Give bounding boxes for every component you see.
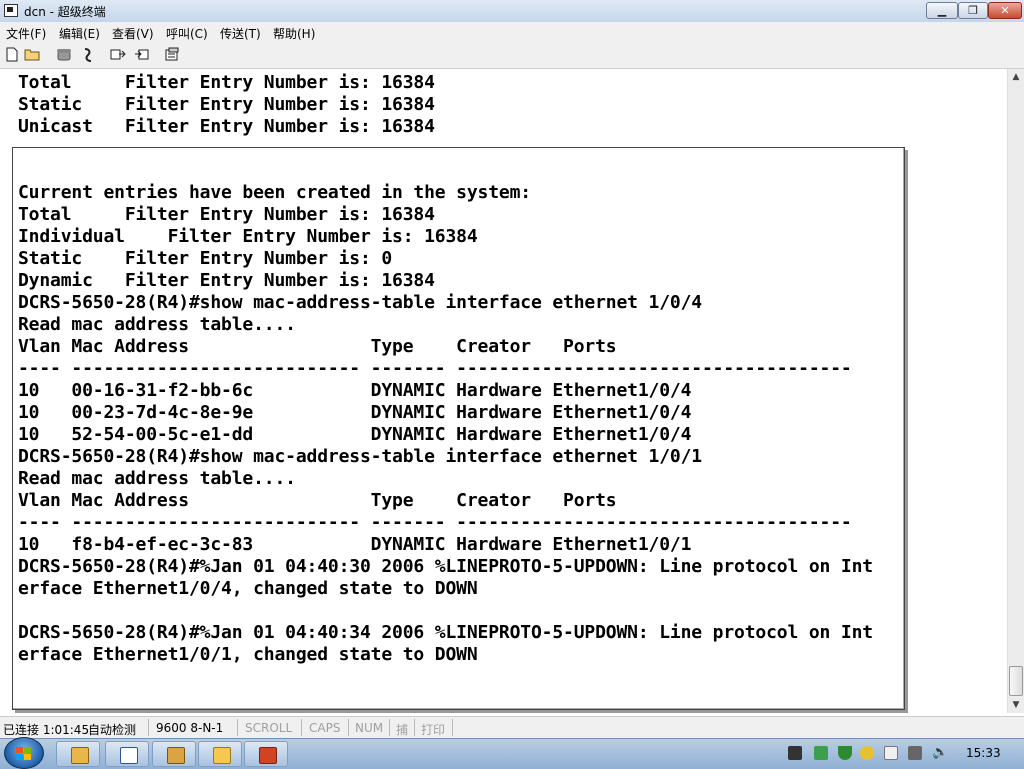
terminal-line: Current entries have been created in the…: [18, 182, 531, 203]
window-title: dcn - 超级终端: [24, 5, 106, 19]
taskbar-paint-button[interactable]: [198, 741, 242, 767]
maximize-button[interactable]: ❐: [958, 2, 988, 19]
status-divider: [452, 719, 453, 736]
word-icon: [120, 747, 138, 764]
terminal-line: 10 00-16-31-f2-bb-6c DYNAMIC Hardware Et…: [18, 380, 692, 401]
start-button[interactable]: [4, 737, 44, 769]
terminal-line: Dynamic Filter Entry Number is: 16384: [18, 270, 435, 291]
menu-transfer[interactable]: 传送(T): [220, 25, 261, 42]
terminal-line: Static Filter Entry Number is: 16384: [18, 94, 435, 115]
close-button[interactable]: ✕: [988, 2, 1022, 19]
status-divider: [348, 719, 349, 736]
terminal-line: erface Ethernet1/0/4, changed state to D…: [18, 578, 478, 599]
open-icon[interactable]: [24, 47, 40, 63]
terminal-line: Read mac address table....: [18, 468, 296, 489]
scroll-down-arrow-icon[interactable]: ▼: [1008, 697, 1024, 713]
taskbar-powerpoint-button[interactable]: [244, 741, 288, 767]
menu-view[interactable]: 查看(V): [112, 25, 154, 42]
status-connected: 已连接 1:01:45: [3, 723, 90, 737]
explorer-icon: [71, 747, 89, 764]
status-capture: 捕: [396, 723, 409, 737]
terminal-line: Individual Filter Entry Number is: 16384: [18, 226, 478, 247]
terminal-line: Read mac address table....: [18, 314, 296, 335]
taskbar-clock[interactable]: 15:33: [966, 746, 1001, 760]
menu-file[interactable]: 文件(F): [6, 25, 46, 42]
terminal-line: DCRS-5650-28(R4)#%Jan 01 04:40:30 2006 %…: [18, 556, 873, 577]
send-icon[interactable]: [110, 47, 126, 63]
tray-security-icon[interactable]: [860, 746, 874, 760]
taskbar-word-button[interactable]: [105, 741, 149, 767]
new-icon[interactable]: [4, 47, 20, 63]
tray-volume-icon[interactable]: 🔈: [932, 746, 948, 760]
status-divider: [148, 719, 149, 736]
status-baud: 9600 8-N-1: [156, 721, 224, 735]
terminal-line: Static Filter Entry Number is: 0: [18, 248, 393, 269]
menu-help[interactable]: 帮助(H): [273, 25, 315, 42]
receive-icon[interactable]: [134, 47, 150, 63]
powerpoint-icon: [259, 747, 277, 764]
terminal-line: DCRS-5650-28(R4)#show mac-address-table …: [18, 446, 702, 467]
tray-network-icon[interactable]: [814, 746, 828, 760]
app-icon[interactable]: [4, 4, 18, 17]
terminal-line: 10 52-54-00-5c-e1-dd DYNAMIC Hardware Et…: [18, 424, 692, 445]
terminal-line: Total Filter Entry Number is: 16384: [18, 204, 435, 225]
terminal-line: Vlan Mac Address Type Creator Ports: [18, 490, 617, 511]
tray-film-icon[interactable]: [788, 746, 802, 760]
terminal-line: DCRS-5650-28(R4)#show mac-address-table …: [18, 292, 702, 313]
taskbar-explorer-button[interactable]: [56, 741, 100, 767]
status-print: 打印: [421, 723, 446, 737]
menu-edit[interactable]: 编辑(E): [59, 25, 100, 42]
terminal-line: 10 f8-b4-ef-ec-3c-83 DYNAMIC Hardware Et…: [18, 534, 692, 555]
scroll-thumb[interactable]: [1009, 666, 1023, 696]
status-caps: CAPS: [309, 721, 341, 735]
status-num: NUM: [355, 721, 384, 735]
title-bar: dcn - 超级终端 ▁ ❐ ✕: [0, 0, 1024, 23]
tray-flag-icon[interactable]: [884, 746, 898, 760]
tray-shield-icon[interactable]: [838, 746, 852, 760]
terminal-line: DCRS-5650-28(R4)#%Jan 01 04:40:34 2006 %…: [18, 622, 873, 643]
minimize-button[interactable]: ▁: [926, 2, 958, 19]
status-divider: [414, 719, 415, 736]
menu-bar: 文件(F) 编辑(E) 查看(V) 呼叫(C) 传送(T) 帮助(H): [0, 22, 1024, 42]
properties-icon[interactable]: [164, 47, 180, 63]
vertical-scrollbar[interactable]: ▲ ▼: [1007, 69, 1024, 713]
windows-logo-icon: [16, 747, 31, 760]
status-divider: [301, 719, 302, 736]
terminal-line: erface Ethernet1/0/1, changed state to D…: [18, 644, 478, 665]
taskbar: 🔈 15:33: [0, 737, 1024, 769]
status-bar: 已连接 1:01:45 自动检测 9600 8-N-1 SCROLL CAPS …: [0, 716, 1024, 739]
status-divider: [389, 719, 390, 736]
terminal-line: ---- --------------------------- -------…: [18, 512, 852, 533]
scroll-up-arrow-icon[interactable]: ▲: [1008, 69, 1024, 85]
tray-device-icon[interactable]: [908, 746, 922, 760]
menu-call[interactable]: 呼叫(C): [166, 25, 208, 42]
paint-icon: [213, 747, 231, 764]
terminal-area[interactable]: Total Filter Entry Number is: 16384 Stat…: [0, 69, 1007, 713]
taskbar-folder-button[interactable]: [152, 741, 196, 767]
terminal-line: ---- --------------------------- -------…: [18, 358, 852, 379]
toolbar: [0, 42, 1024, 69]
dial-icon[interactable]: [56, 47, 72, 63]
terminal-line: 10 00-23-7d-4c-8e-9e DYNAMIC Hardware Et…: [18, 402, 692, 423]
terminal-line: Vlan Mac Address Type Creator Ports: [18, 336, 617, 357]
disconnect-icon[interactable]: [80, 47, 96, 63]
terminal-line: Total Filter Entry Number is: 16384: [18, 72, 435, 93]
terminal-line: Unicast Filter Entry Number is: 16384: [18, 116, 435, 137]
status-scroll: SCROLL: [245, 721, 293, 735]
status-detect: 自动检测: [88, 723, 137, 737]
status-divider: [237, 719, 238, 736]
folder-icon: [167, 747, 185, 764]
